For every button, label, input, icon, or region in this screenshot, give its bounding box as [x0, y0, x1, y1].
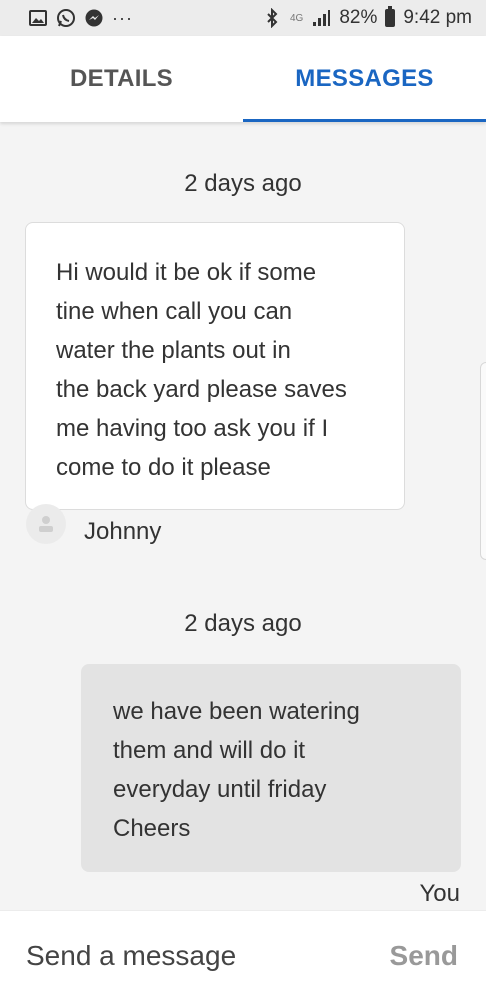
conversation[interactable]: 2 days ago Hi would it be ok if some tin… — [0, 122, 486, 910]
gallery-icon — [29, 10, 47, 26]
message-composer: Send — [0, 910, 486, 1000]
message-line: water the plants out in — [56, 337, 291, 364]
send-button[interactable]: Send — [390, 940, 458, 972]
status-bar-system: 4G 82% 9:42 pm — [262, 6, 472, 29]
tab-bar: DETAILS MESSAGES — [0, 36, 486, 122]
sender-label-you: You — [419, 880, 461, 907]
status-bar: ··· 4G 82% 9:42 pm — [0, 0, 486, 36]
message-line: Hi would it be ok if some — [56, 259, 317, 286]
messenger-icon — [85, 9, 103, 27]
tab-messages[interactable]: MESSAGES — [243, 36, 486, 122]
incoming-message-bubble: Hi would it be ok if some tine when call… — [25, 222, 405, 510]
more-dots-icon: ··· — [112, 7, 133, 28]
battery-icon — [385, 6, 396, 27]
message-line: me having too ask you if I — [56, 415, 329, 442]
message-line: we have been watering — [113, 698, 360, 725]
message-line: tine when call you can — [56, 298, 293, 325]
message-input[interactable] — [24, 938, 358, 973]
status-bar-notifications: ··· — [28, 8, 133, 29]
bluetooth-icon — [267, 8, 278, 28]
message-timestamp: 2 days ago — [184, 170, 302, 197]
message-line: everyday until friday — [113, 776, 327, 803]
tab-details[interactable]: DETAILS — [0, 36, 243, 122]
message-line: come to do it please — [56, 454, 271, 481]
person-icon — [39, 516, 53, 532]
network-type: 4G — [289, 12, 304, 24]
message-line: them and will do it — [113, 737, 306, 764]
sender-name: Johnny — [84, 518, 162, 545]
signal-icon — [313, 10, 331, 26]
battery-percent: 82% — [339, 7, 378, 28]
message-line: the back yard please saves — [56, 376, 347, 403]
outgoing-message-bubble: we have been watering them and will do i… — [81, 664, 461, 872]
message-timestamp: 2 days ago — [184, 610, 302, 637]
message-line: Cheers — [113, 815, 191, 842]
clock: 9:42 pm — [403, 7, 472, 28]
avatar — [26, 504, 66, 544]
whatsapp-icon — [57, 9, 75, 27]
side-panel-edge[interactable] — [480, 362, 486, 560]
